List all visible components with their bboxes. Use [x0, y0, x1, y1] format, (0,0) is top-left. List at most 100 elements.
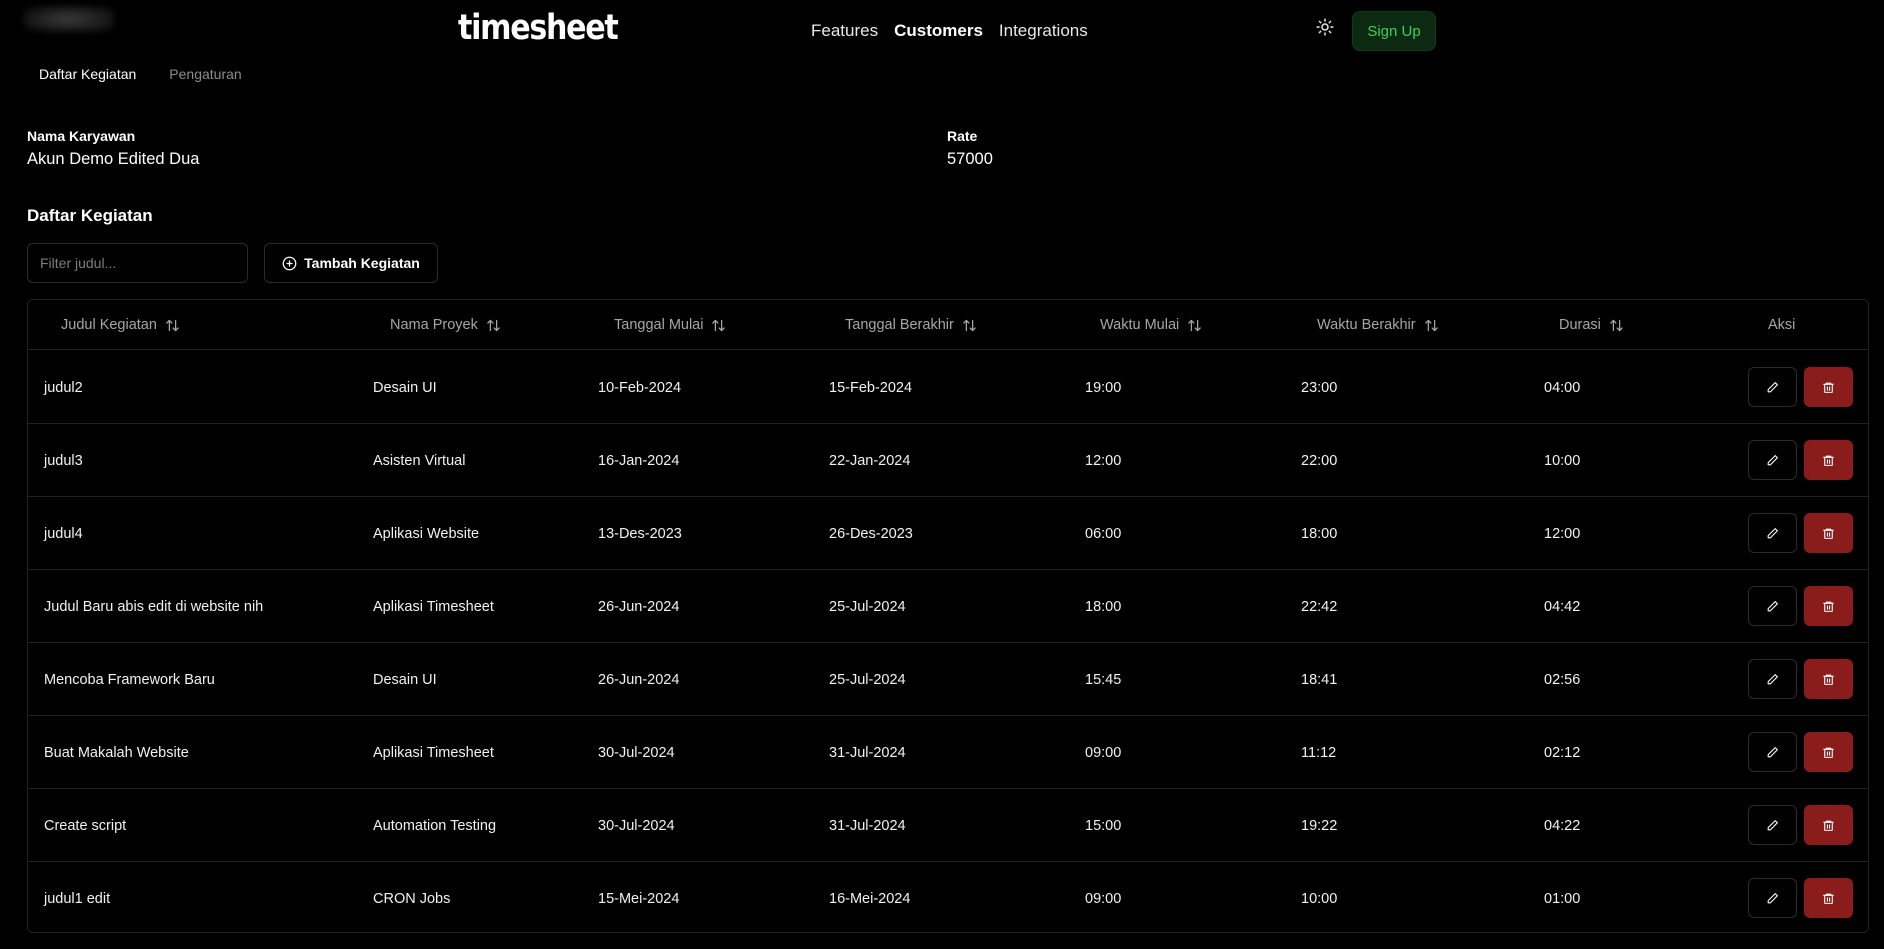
edit-button[interactable]: [1748, 805, 1797, 845]
trash-icon: [1822, 527, 1835, 540]
delete-button[interactable]: [1804, 586, 1853, 626]
edit-button[interactable]: [1748, 732, 1797, 772]
cell-tanggal-mulai: 16-Jan-2024: [598, 452, 680, 469]
cell-durasi: 04:42: [1544, 598, 1581, 615]
cell-durasi: 04:00: [1544, 379, 1581, 396]
header-waktu-berakhir[interactable]: Waktu Berakhir: [1317, 300, 1439, 350]
sort-icon[interactable]: [962, 318, 977, 333]
cell-tanggal-mulai: 26-Jun-2024: [598, 671, 680, 688]
cell-waktu-mulai: 09:00: [1085, 890, 1122, 907]
table-header: Judul Kegiatan Nama Proyek Tanggal Mulai Ta…: [28, 300, 1868, 350]
delete-button[interactable]: [1804, 440, 1853, 480]
trash-icon: [1822, 454, 1835, 467]
edit-button[interactable]: [1748, 367, 1797, 407]
header-durasi[interactable]: Durasi: [1559, 300, 1624, 350]
delete-button[interactable]: [1804, 878, 1853, 918]
cell-waktu-berakhir: 18:41: [1301, 671, 1338, 688]
trash-icon: [1822, 673, 1835, 686]
cell-judul-kegiatan: Mencoba Framework Baru: [44, 671, 215, 688]
delete-button[interactable]: [1804, 732, 1853, 772]
sun-icon[interactable]: [1316, 18, 1334, 36]
employee-name-value: Akun Demo Edited Dua: [27, 150, 200, 168]
header-tanggal-berakhir[interactable]: Tanggal Berakhir: [845, 300, 977, 350]
cell-tanggal-berakhir: 25-Jul-2024: [829, 598, 906, 615]
sign-up-button[interactable]: Sign Up: [1352, 11, 1436, 51]
add-activity-label: Tambah Kegiatan: [304, 255, 420, 271]
cell-waktu-mulai: 12:00: [1085, 452, 1122, 469]
cell-judul-kegiatan: judul1 edit: [44, 890, 111, 907]
cell-waktu-berakhir: 23:00: [1301, 379, 1338, 396]
cell-nama-proyek: Aplikasi Timesheet: [373, 744, 494, 761]
nav-link-integrations[interactable]: Integrations: [999, 21, 1088, 41]
cell-durasi: 01:00: [1544, 890, 1581, 907]
cell-nama-proyek: Asisten Virtual: [373, 452, 466, 469]
filter-input[interactable]: [27, 243, 248, 283]
activity-table: Judul Kegiatan Nama Proyek Tanggal Mulai Ta…: [27, 299, 1869, 933]
header-waktu-mulai[interactable]: Waktu Mulai: [1100, 300, 1202, 350]
cell-durasi: 02:12: [1544, 744, 1581, 761]
sort-icon[interactable]: [1187, 318, 1202, 333]
pencil-icon: [1766, 527, 1779, 540]
edit-button[interactable]: [1748, 659, 1797, 699]
pencil-icon: [1766, 892, 1779, 905]
cell-judul-kegiatan: judul3: [44, 452, 83, 469]
tab-pengaturan[interactable]: Pengaturan: [169, 66, 241, 82]
cell-waktu-berakhir: 18:00: [1301, 525, 1338, 542]
delete-button[interactable]: [1804, 367, 1853, 407]
header-label: Nama Proyek: [390, 317, 478, 333]
header-label: Durasi: [1559, 317, 1601, 333]
table-row: Mencoba Framework Baru Desain UI 26-Jun-20…: [28, 643, 1868, 716]
table-row: judul4 Aplikasi Website 13-Des-2023 26-Des-…: [28, 497, 1868, 570]
nav-link-features[interactable]: Features: [811, 21, 878, 41]
cell-durasi: 04:22: [1544, 817, 1581, 834]
cell-judul-kegiatan: Judul Baru abis edit di website nih: [44, 598, 264, 615]
edit-button[interactable]: [1748, 440, 1797, 480]
delete-button[interactable]: [1804, 513, 1853, 553]
sort-icon[interactable]: [165, 318, 180, 333]
delete-button[interactable]: [1804, 805, 1853, 845]
nav-links: Features Customers Integrations: [811, 21, 1088, 41]
cell-waktu-berakhir: 11:12: [1301, 744, 1337, 761]
table-row: Create script Automation Testing 30-Jul-20…: [28, 789, 1868, 862]
delete-button[interactable]: [1804, 659, 1853, 699]
edit-button[interactable]: [1748, 513, 1797, 553]
edit-button[interactable]: [1748, 878, 1797, 918]
cell-tanggal-berakhir: 26-Des-2023: [829, 525, 913, 542]
tab-daftar-kegiatan[interactable]: Daftar Kegiatan: [39, 66, 136, 82]
cell-waktu-berakhir: 22:00: [1301, 452, 1338, 469]
header-nama-proyek[interactable]: Nama Proyek: [390, 300, 501, 350]
cell-tanggal-mulai: 26-Jun-2024: [598, 598, 680, 615]
pencil-icon: [1766, 600, 1779, 613]
cell-durasi: 10:00: [1544, 452, 1581, 469]
sort-icon[interactable]: [1424, 318, 1439, 333]
cell-waktu-mulai: 15:45: [1085, 671, 1122, 688]
cell-nama-proyek: Desain UI: [373, 379, 437, 396]
brand-title[interactable]: timesheet: [458, 8, 619, 48]
sort-icon[interactable]: [486, 318, 501, 333]
cell-judul-kegiatan: judul4: [44, 525, 83, 542]
table-row: judul3 Asisten Virtual 16-Jan-2024 22-Jan-2…: [28, 424, 1868, 497]
header-tanggal-mulai[interactable]: Tanggal Mulai: [614, 300, 726, 350]
table-row: Buat Makalah Website Aplikasi Timesheet 30…: [28, 716, 1868, 789]
header-label: Tanggal Berakhir: [845, 317, 954, 333]
cell-tanggal-mulai: 13-Des-2023: [598, 525, 682, 542]
header-label: Judul Kegiatan: [61, 317, 157, 333]
rate-label: Rate: [947, 128, 978, 144]
header-label: Waktu Mulai: [1100, 317, 1180, 333]
header-judul-kegiatan[interactable]: Judul Kegiatan: [61, 300, 180, 350]
top-navbar: timesheet Features Customers Integration…: [0, 0, 1884, 62]
cell-waktu-mulai: 09:00: [1085, 744, 1122, 761]
add-activity-button[interactable]: Tambah Kegiatan: [264, 243, 438, 283]
header-label: Tanggal Mulai: [614, 317, 704, 333]
cell-tanggal-berakhir: 15-Feb-2024: [829, 379, 913, 396]
sort-icon[interactable]: [1609, 318, 1624, 333]
cell-tanggal-mulai: 15-Mei-2024: [598, 890, 680, 907]
edit-button[interactable]: [1748, 586, 1797, 626]
cell-waktu-berakhir: 10:00: [1301, 890, 1338, 907]
nav-link-customers[interactable]: Customers: [894, 21, 983, 41]
cell-tanggal-berakhir: 31-Jul-2024: [829, 744, 906, 761]
sort-icon[interactable]: [711, 318, 726, 333]
trash-icon: [1822, 819, 1835, 832]
table-row: judul2 Desain UI 10-Feb-2024 15-Feb-2024 19:…: [28, 351, 1868, 424]
cell-waktu-berakhir: 19:22: [1301, 817, 1338, 834]
